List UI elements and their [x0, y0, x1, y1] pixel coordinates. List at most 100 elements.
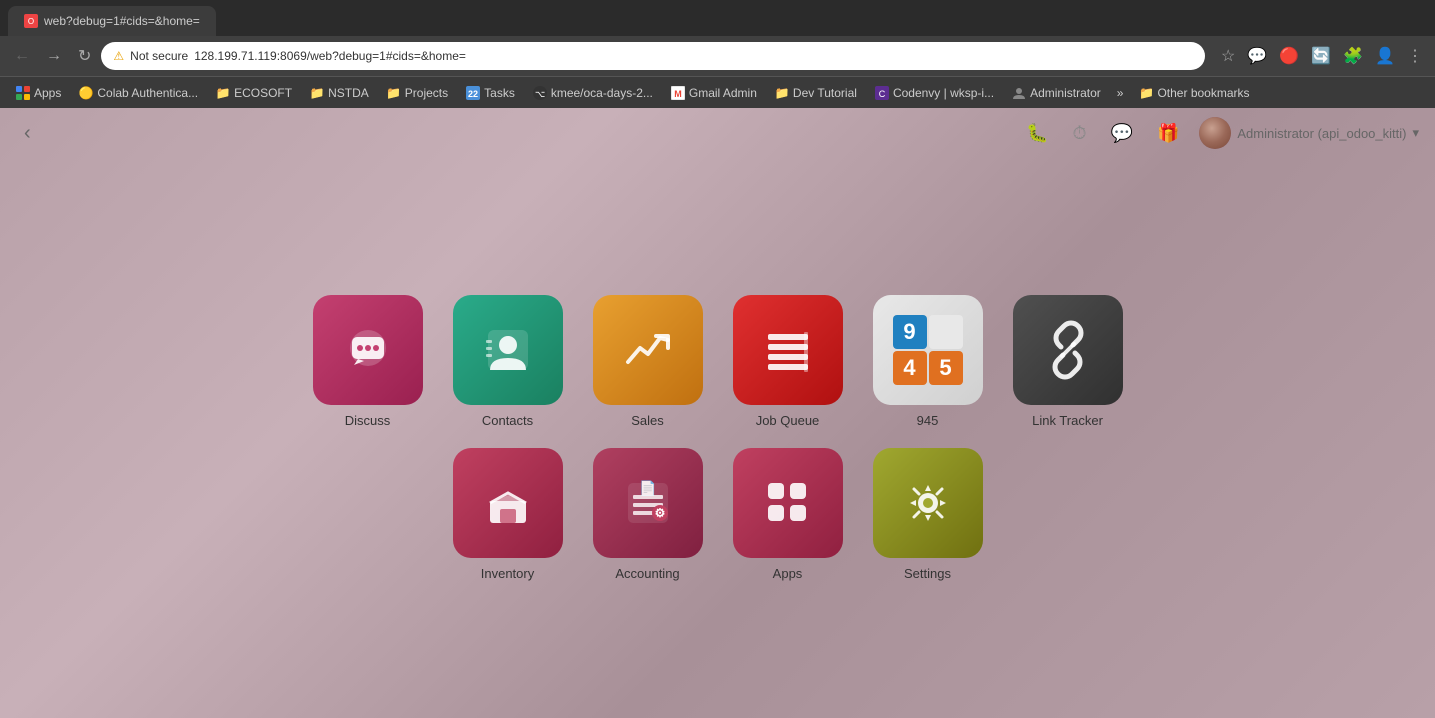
app-inventory[interactable]: Inventory: [453, 448, 563, 581]
folder-icon-5: 📁: [1139, 86, 1153, 100]
945-cell-5: 5: [929, 351, 963, 385]
bookmark-github-label: kmee/oca-days-2...: [551, 86, 653, 100]
bookmark-other[interactable]: 📁 Other bookmarks: [1131, 83, 1257, 103]
bookmark-apps[interactable]: Apps: [8, 83, 69, 103]
apps-grid-icon: [16, 86, 30, 100]
inventory-label: Inventory: [481, 566, 534, 581]
forward-button[interactable]: →: [40, 43, 68, 69]
945-icon: 9 4 5: [873, 295, 983, 405]
app-945[interactable]: 9 4 5 945: [873, 295, 983, 428]
profile-extension-1[interactable]: 💬: [1243, 42, 1271, 70]
linktracker-label: Link Tracker: [1032, 413, 1103, 428]
folder-icon-1: 📁: [216, 86, 230, 100]
svg-text:C: C: [879, 89, 886, 99]
profile-avatar[interactable]: 👤: [1371, 42, 1399, 70]
user-menu[interactable]: Administrator (api_odoo_kitti) ▾: [1199, 117, 1419, 149]
bookmark-tasks[interactable]: 22 Tasks: [458, 83, 523, 103]
apps-icon: [733, 448, 843, 558]
app-row-1: Discuss Contacts: [313, 295, 1123, 428]
back-button[interactable]: ←: [8, 43, 36, 69]
bookmark-ecosoft[interactable]: 📁 ECOSOFT: [208, 83, 300, 103]
user-dropdown-arrow: ▾: [1412, 125, 1419, 141]
gift-icon-button[interactable]: 🎁: [1153, 119, 1183, 148]
refresh-button[interactable]: ↻: [72, 42, 97, 70]
extension-lastpass[interactable]: 🔴: [1275, 42, 1303, 70]
gmail-icon: M: [671, 86, 685, 100]
address-bar[interactable]: ⚠ Not secure 128.199.71.119:8069/web?deb…: [101, 42, 1205, 70]
bookmark-colab-label: Colab Authentica...: [97, 86, 198, 100]
app-apps[interactable]: Apps: [733, 448, 843, 581]
app-linktracker[interactable]: Link Tracker: [1013, 295, 1123, 428]
user-name-label: Administrator (api_odoo_kitti): [1237, 126, 1406, 141]
linktracker-icon: [1013, 295, 1123, 405]
bookmark-nstda-label: NSTDA: [328, 86, 369, 100]
bookmark-gmail-label: Gmail Admin: [689, 86, 757, 100]
bookmark-devtutorial-label: Dev Tutorial: [793, 86, 857, 100]
bookmark-devtutorial[interactable]: 📁 Dev Tutorial: [767, 83, 865, 103]
contacts-icon: [453, 295, 563, 405]
address-text: 128.199.71.119:8069/web?debug=1#cids=&ho…: [194, 49, 466, 63]
profile-image: [1199, 117, 1231, 149]
bookmark-github[interactable]: ⌥ kmee/oca-days-2...: [525, 83, 661, 103]
bookmark-projects-label: Projects: [405, 86, 448, 100]
inventory-icon: [453, 448, 563, 558]
945-cell-4: 4: [893, 351, 927, 385]
app-contacts[interactable]: Contacts: [453, 295, 563, 428]
bookmarks-bar: Apps 🟡 Colab Authentica... 📁 ECOSOFT 📁 N…: [0, 76, 1435, 108]
avatar: [1199, 117, 1231, 149]
svg-text:⚙: ⚙: [654, 506, 665, 520]
bookmark-gmail[interactable]: M Gmail Admin: [663, 83, 765, 103]
active-tab[interactable]: O web?debug=1#cids=&home=: [8, 6, 216, 36]
svg-text:M: M: [674, 89, 682, 99]
app-settings[interactable]: Settings: [873, 448, 983, 581]
app-row-2: Inventory 📄 ⚙ Accounting: [453, 448, 983, 581]
bookmark-administrator-label: Administrator: [1030, 86, 1101, 100]
person-icon: [1012, 86, 1026, 100]
jobqueue-icon: [733, 295, 843, 405]
nav-icons: ☆ 💬 🔴 🔄 🧩 👤 ⋮: [1217, 42, 1427, 70]
folder-icon-4: 📁: [775, 86, 789, 100]
star-button[interactable]: ☆: [1217, 42, 1239, 70]
settings-icon: [873, 448, 983, 558]
github-icon: ⌥: [533, 86, 547, 100]
svg-text:⌥: ⌥: [535, 89, 545, 99]
tasks-icon: 22: [466, 86, 480, 100]
app-accounting[interactable]: 📄 ⚙ Accounting: [593, 448, 703, 581]
colab-icon: 🟡: [79, 86, 93, 100]
accounting-icon: 📄 ⚙: [593, 448, 703, 558]
extension-3[interactable]: 🔄: [1307, 42, 1335, 70]
bookmark-projects[interactable]: 📁 Projects: [379, 83, 456, 103]
discuss-icon-button[interactable]: 💬: [1107, 119, 1137, 148]
app-grid: Discuss Contacts: [0, 158, 1435, 718]
bookmark-codenvy[interactable]: C Codenvy | wksp-i...: [867, 83, 1002, 103]
odoo-back-button[interactable]: ‹: [16, 118, 39, 149]
bookmark-apps-label: Apps: [34, 86, 61, 100]
more-bookmarks-button[interactable]: »: [1111, 83, 1130, 103]
not-secure-icon: ⚠: [113, 49, 124, 63]
sales-icon: [593, 295, 703, 405]
apps-label: Apps: [773, 566, 803, 581]
945-grid: 9 4 5: [893, 315, 963, 385]
945-cell-9: 9: [893, 315, 927, 349]
app-discuss[interactable]: Discuss: [313, 295, 423, 428]
debug-icon-button[interactable]: 🐛: [1022, 119, 1052, 148]
not-secure-label: Not secure: [130, 49, 188, 63]
945-label: 945: [917, 413, 939, 428]
discuss-label: Discuss: [345, 413, 391, 428]
odoo-topbar: ‹ 🐛 ⏱ 💬 🎁 Administrator (api_odoo_kitti)…: [0, 108, 1435, 158]
app-sales[interactable]: Sales: [593, 295, 703, 428]
bookmark-colab[interactable]: 🟡 Colab Authentica...: [71, 83, 206, 103]
tab-favicon: O: [24, 14, 38, 28]
svg-text:22: 22: [468, 89, 478, 99]
jobqueue-label: Job Queue: [756, 413, 820, 428]
folder-icon-3: 📁: [387, 86, 401, 100]
bookmark-administrator[interactable]: Administrator: [1004, 83, 1109, 103]
extension-4[interactable]: 🧩: [1339, 42, 1367, 70]
accounting-label: Accounting: [615, 566, 679, 581]
contacts-label: Contacts: [482, 413, 533, 428]
more-menu[interactable]: ⋮: [1403, 42, 1427, 70]
svg-text:📄: 📄: [639, 480, 656, 497]
app-jobqueue[interactable]: Job Queue: [733, 295, 843, 428]
clock-icon-button[interactable]: ⏱: [1069, 119, 1091, 148]
bookmark-nstda[interactable]: 📁 NSTDA: [302, 83, 377, 103]
